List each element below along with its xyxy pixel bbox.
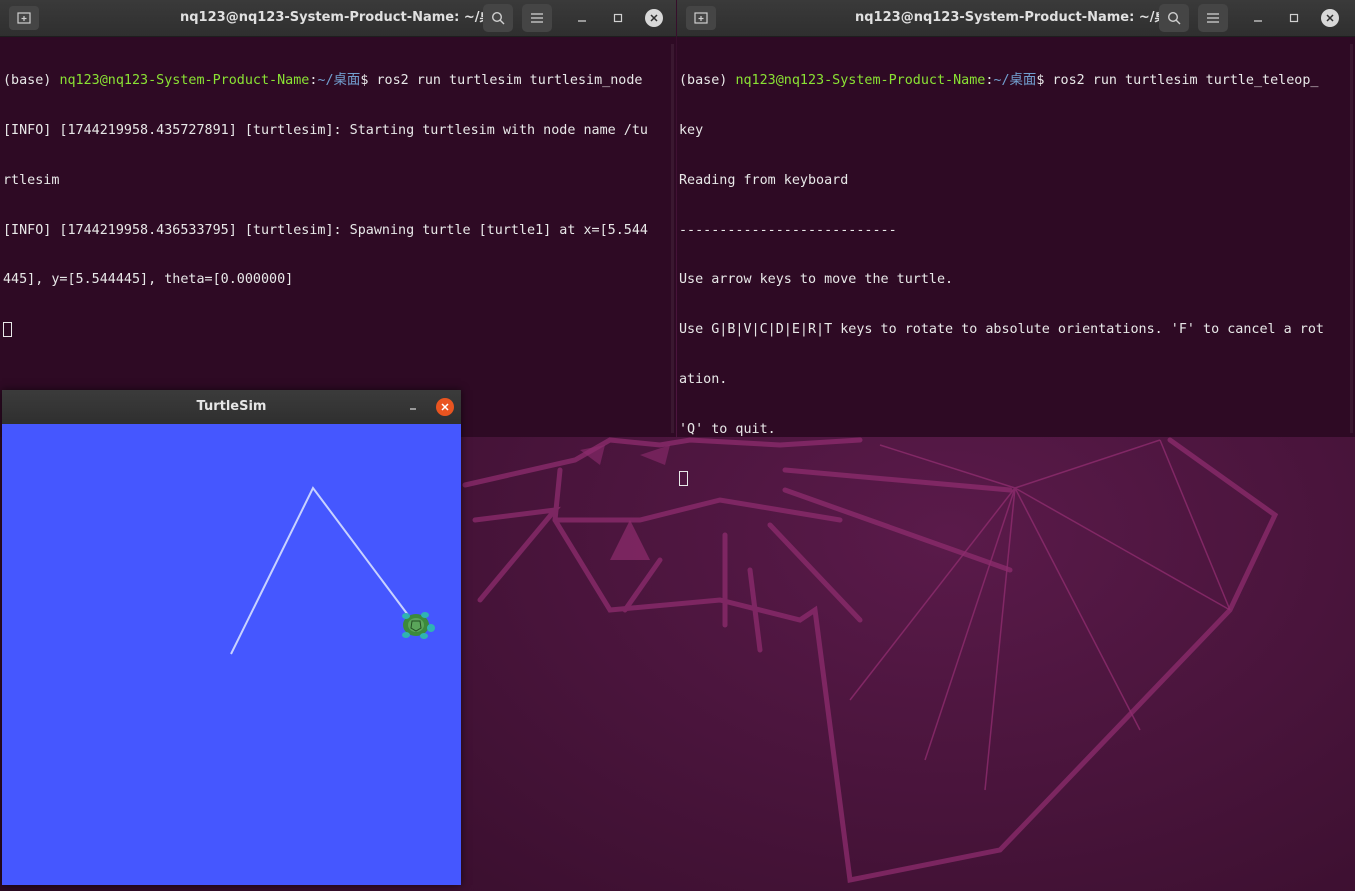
output-line: key xyxy=(679,123,1345,140)
hamburger-menu-icon[interactable] xyxy=(1198,4,1228,32)
output-line: --------------------------- xyxy=(679,223,1345,240)
close-icon[interactable] xyxy=(436,398,454,416)
prompt-user: nq123@nq123-System-Product-Name xyxy=(59,73,309,88)
turtlesim-window[interactable]: TurtleSim xyxy=(2,390,461,885)
turtlesim-canvas xyxy=(2,424,461,885)
prompt-end: $ xyxy=(1036,73,1052,88)
hamburger-menu-icon[interactable] xyxy=(522,4,552,32)
output-line: 445], y=[5.544445], theta=[0.000000] xyxy=(3,272,666,289)
prompt-line: (base) nq123@nq123-System-Product-Name:~… xyxy=(3,73,666,90)
cursor-line xyxy=(3,322,666,339)
prompt-end: $ xyxy=(360,73,376,88)
minimize-icon[interactable] xyxy=(404,398,422,416)
text-cursor xyxy=(3,322,12,337)
search-icon[interactable] xyxy=(1159,4,1189,32)
scrollbar[interactable] xyxy=(671,44,674,433)
search-icon[interactable] xyxy=(483,4,513,32)
terminal-output[interactable]: (base) nq123@nq123-System-Product-Name:~… xyxy=(679,40,1345,521)
maximize-icon[interactable] xyxy=(1280,4,1308,32)
terminal-window-turtlesim-node[interactable]: nq123@nq123-System-Product-Name: ~/桌面 (b… xyxy=(0,0,676,437)
prompt-env: (base) xyxy=(3,73,59,88)
prompt-line: (base) nq123@nq123-System-Product-Name:~… xyxy=(679,73,1345,90)
scrollbar[interactable] xyxy=(1350,44,1353,433)
prompt-path: ~/桌面 xyxy=(317,73,360,88)
window-title: TurtleSim xyxy=(2,390,461,424)
terminal-output[interactable]: (base) nq123@nq123-System-Product-Name:~… xyxy=(3,40,666,372)
command-text: ros2 run turtlesim turtle_teleop_ xyxy=(1052,73,1318,88)
new-tab-icon[interactable] xyxy=(686,6,716,30)
minimize-icon[interactable] xyxy=(568,4,596,32)
command-text: ros2 run turtlesim turtlesim_node xyxy=(376,73,642,88)
cursor-line xyxy=(679,471,1345,488)
text-cursor xyxy=(679,471,688,486)
output-line: Use arrow keys to move the turtle. xyxy=(679,272,1345,289)
prompt-env: (base) xyxy=(679,73,735,88)
maximize-icon[interactable] xyxy=(604,4,632,32)
minimize-icon[interactable] xyxy=(1244,4,1272,32)
terminal-titlebar[interactable]: nq123@nq123-System-Product-Name: ~/桌面 xyxy=(677,0,1355,37)
close-icon[interactable] xyxy=(640,4,668,32)
window-title: nq123@nq123-System-Product-Name: ~/桌面 xyxy=(855,0,1180,36)
window-title: nq123@nq123-System-Product-Name: ~/桌面 xyxy=(180,0,505,36)
output-line: ation. xyxy=(679,372,1345,389)
close-icon[interactable] xyxy=(1316,4,1344,32)
prompt-user: nq123@nq123-System-Product-Name xyxy=(735,73,985,88)
terminal-titlebar[interactable]: nq123@nq123-System-Product-Name: ~/桌面 xyxy=(0,0,676,37)
terminal-window-teleop-key[interactable]: nq123@nq123-System-Product-Name: ~/桌面 (b… xyxy=(677,0,1355,437)
output-line: rtlesim xyxy=(3,173,666,190)
prompt-path: ~/桌面 xyxy=(993,73,1036,88)
output-line: 'Q' to quit. xyxy=(679,422,1345,439)
output-line: [INFO] [1744219958.436533795] [turtlesim… xyxy=(3,223,666,240)
output-line: Reading from keyboard xyxy=(679,173,1345,190)
new-tab-icon[interactable] xyxy=(9,6,39,30)
output-line: [INFO] [1744219958.435727891] [turtlesim… xyxy=(3,123,666,140)
turtlesim-titlebar[interactable]: TurtleSim xyxy=(2,390,461,424)
output-line: Use G|B|V|C|D|E|R|T keys to rotate to ab… xyxy=(679,322,1345,339)
